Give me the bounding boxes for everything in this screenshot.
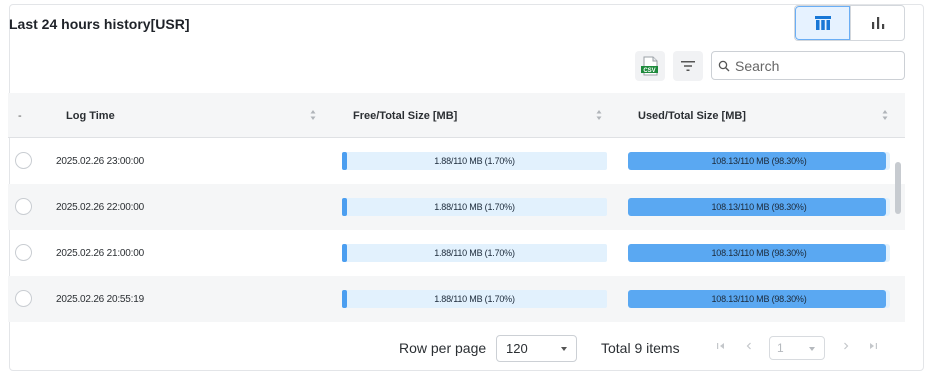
- used-size-label: 108.13/110 MB (98.30%): [711, 294, 807, 304]
- used-total-header[interactable]: Used/Total Size [MB]: [638, 93, 746, 138]
- free-size-bar: 1.88/110 MB (1.70%): [342, 198, 607, 216]
- current-page-value: 1: [777, 341, 784, 355]
- chart-view-icon: [871, 17, 884, 29]
- csv-export-button[interactable]: CSV: [635, 51, 665, 81]
- table-row[interactable]: 2025.02.26 20:55:19 1.88/110 MB (1.70%) …: [8, 276, 905, 322]
- used-size-label: 108.13/110 MB (98.30%): [711, 202, 807, 212]
- sort-icon[interactable]: [309, 107, 317, 123]
- csv-file-icon: CSV: [641, 56, 658, 76]
- log-time-cell: 2025.02.26 21:00:00: [56, 247, 144, 259]
- free-size-label: 1.88/110 MB (1.70%): [434, 202, 515, 212]
- log-time-header[interactable]: Log Time: [66, 93, 115, 138]
- row-select-radio[interactable]: [15, 290, 32, 307]
- table-header: - Log Time Free/Total Size [MB] Used/Tot…: [8, 93, 905, 138]
- view-toggle: [794, 5, 905, 41]
- used-size-label: 108.13/110 MB (98.30%): [711, 156, 807, 166]
- row-select-radio[interactable]: [15, 198, 32, 215]
- table-row[interactable]: 2025.02.26 21:00:00 1.88/110 MB (1.70%) …: [8, 230, 905, 276]
- free-total-header[interactable]: Free/Total Size [MB]: [353, 93, 457, 138]
- free-size-label: 1.88/110 MB (1.70%): [434, 248, 515, 258]
- used-size-bar: 108.13/110 MB (98.30%): [628, 290, 890, 308]
- sort-icon[interactable]: [595, 107, 603, 123]
- log-time-cell: 2025.02.26 20:55:19: [56, 293, 144, 305]
- used-size-bar: 108.13/110 MB (98.30%): [628, 198, 890, 216]
- log-time-cell: 2025.02.26 23:00:00: [56, 155, 144, 167]
- history-table: - Log Time Free/Total Size [MB] Used/Tot…: [8, 93, 905, 325]
- search-input[interactable]: [735, 57, 895, 74]
- page-title: Last 24 hours history[USR]: [9, 16, 190, 32]
- pagination-footer: Row per page 120 Total 9 items 1: [0, 335, 937, 365]
- free-size-label: 1.88/110 MB (1.70%): [434, 294, 515, 304]
- next-page-icon[interactable]: [841, 341, 851, 351]
- total-items-label: Total 9 items: [601, 340, 680, 356]
- select-column-header[interactable]: -: [18, 93, 22, 138]
- used-size-label: 108.13/110 MB (98.30%): [711, 248, 807, 258]
- free-size-bar: 1.88/110 MB (1.70%): [342, 290, 607, 308]
- table-view-icon: [814, 16, 831, 30]
- caret-down-icon: [809, 347, 815, 351]
- free-size-bar: 1.88/110 MB (1.70%): [342, 244, 607, 262]
- filter-button[interactable]: [673, 51, 703, 81]
- first-page-icon[interactable]: [716, 341, 726, 351]
- log-time-cell: 2025.02.26 22:00:00: [56, 201, 144, 213]
- free-size-bar: 1.88/110 MB (1.70%): [342, 152, 607, 170]
- table-scrollbar[interactable]: [895, 162, 901, 214]
- filter-icon: [681, 61, 695, 71]
- chart-view-button[interactable]: [850, 6, 904, 40]
- rows-per-page-value: 120: [506, 341, 528, 356]
- search-box: [711, 51, 905, 80]
- table-view-button[interactable]: [795, 6, 850, 40]
- sort-icon[interactable]: [881, 107, 889, 123]
- search-icon: [718, 60, 730, 71]
- row-select-radio[interactable]: [15, 244, 32, 261]
- page-number-select[interactable]: 1: [769, 336, 825, 360]
- csv-icon-label: CSV: [643, 68, 655, 74]
- last-page-icon[interactable]: [868, 341, 878, 351]
- free-size-label: 1.88/110 MB (1.70%): [434, 156, 515, 166]
- rows-per-page-label: Row per page: [399, 340, 487, 356]
- used-size-bar: 108.13/110 MB (98.30%): [628, 244, 890, 262]
- caret-down-icon: [561, 347, 567, 351]
- table-row[interactable]: 2025.02.26 22:00:00 1.88/110 MB (1.70%) …: [8, 184, 905, 230]
- previous-page-icon[interactable]: [744, 341, 754, 351]
- rows-per-page-select[interactable]: 120: [496, 335, 577, 362]
- row-select-radio[interactable]: [15, 152, 32, 169]
- used-size-bar: 108.13/110 MB (98.30%): [628, 152, 890, 170]
- table-row[interactable]: 2025.02.26 23:00:00 1.88/110 MB (1.70%) …: [8, 138, 905, 184]
